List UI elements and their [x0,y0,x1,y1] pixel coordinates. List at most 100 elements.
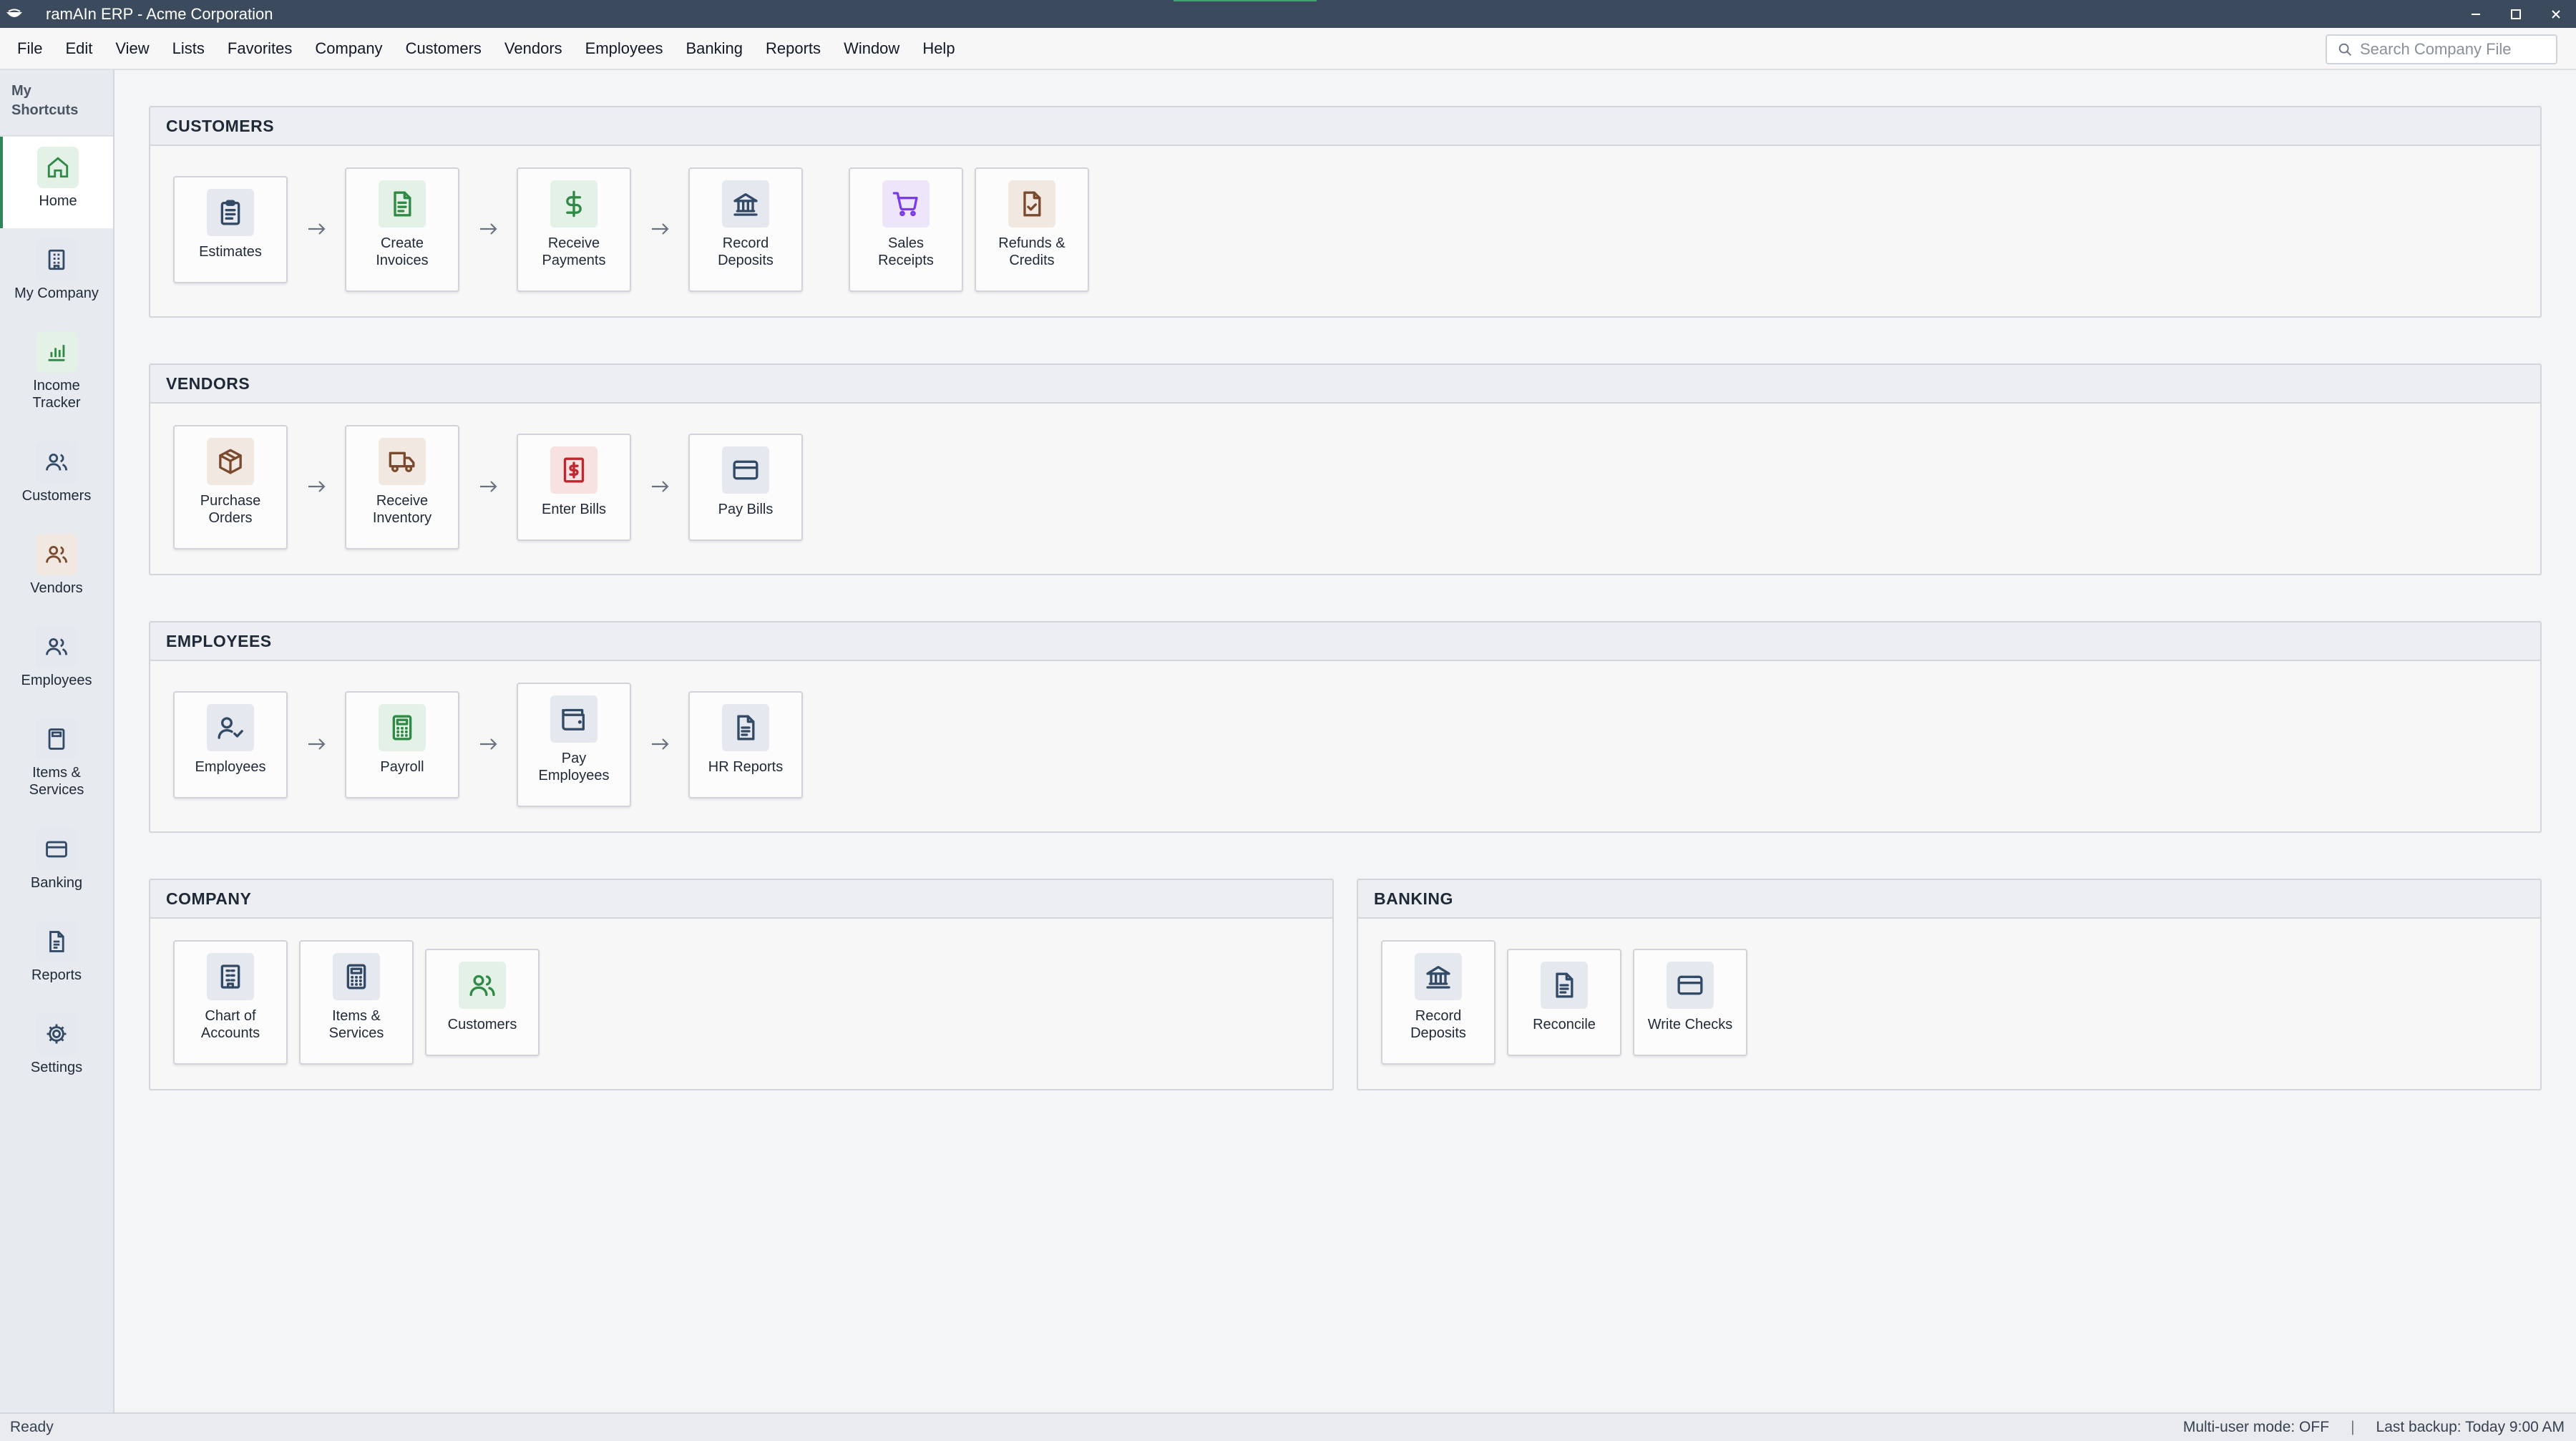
close-icon [2552,9,2560,19]
arrow-right-icon [650,736,671,752]
banking-record-deposits-tile[interactable]: Record Deposits [1381,940,1496,1065]
tile-label: Record Deposits [1410,1008,1466,1041]
sidebar-item-income-tracker[interactable]: Income Tracker [0,331,113,411]
invoice-icon [379,180,426,228]
bill-icon [550,446,597,494]
tile-label: Create Invoices [376,235,429,268]
minimize-icon [2472,13,2480,15]
search-box[interactable] [2326,34,2557,64]
home-icon [37,147,79,188]
section-title: EMPLOYEES [150,622,2540,661]
arrow-right-icon [650,221,671,237]
title-bar: ramAIn ERP - Acme Corporation [0,0,2576,28]
enter-bills-tile[interactable]: Enter Bills [517,434,631,541]
shortcuts-sidebar: My Shortcuts Home My Company Income Trac… [0,70,114,1412]
payroll-tile[interactable]: Payroll [345,691,459,798]
menu-file[interactable]: File [0,28,54,69]
receive-payments-tile[interactable]: Receive Payments [517,167,631,292]
building-icon [207,953,254,1000]
search-input[interactable] [2360,40,2546,59]
menu-vendors[interactable]: Vendors [493,28,574,69]
menu-banking[interactable]: Banking [675,28,755,69]
user-check-icon [207,704,254,751]
menu-reports[interactable]: Reports [754,28,832,69]
maximize-button[interactable] [2496,0,2536,28]
reconcile-tile[interactable]: Reconcile [1507,949,1621,1056]
arrow-right-icon [478,221,499,237]
tile-label: HR Reports [708,759,784,775]
write-checks-tile[interactable]: Write Checks [1633,949,1747,1056]
tile-label: Purchase Orders [200,493,261,526]
sidebar-item-home[interactable]: Home [0,137,113,228]
menu-lists[interactable]: Lists [161,28,216,69]
arrow-right-icon [306,479,328,494]
menu-window[interactable]: Window [832,28,911,69]
create-invoices-tile[interactable]: Create Invoices [345,167,459,292]
sidebar-item-label: Settings [30,1060,83,1075]
title-accent-line [1174,0,1317,1]
dollar-icon [550,180,597,228]
minimize-button[interactable] [2456,0,2496,28]
status-bar: Ready Multi-user mode: OFF | Last backup… [0,1412,2576,1441]
record-deposits-tile[interactable]: Record Deposits [688,167,803,292]
multi-user-status: Multi-user mode: OFF [2182,1419,2330,1435]
tile-label: Pay Employees [538,751,610,783]
refunds-credits-tile[interactable]: Refunds & Credits [975,167,1089,292]
section-title: CUSTOMERS [150,107,2540,146]
arrow-right-icon [306,221,328,237]
menu-company[interactable]: Company [303,28,394,69]
tile-label: Record Deposits [718,235,774,268]
pay-employees-tile[interactable]: Pay Employees [517,683,631,807]
tile-label: Receive Payments [542,235,606,268]
section-title: VENDORS [150,365,2540,404]
section-title: COMPANY [150,880,1332,919]
cart-icon [882,180,930,228]
sidebar-item-my-company[interactable]: My Company [0,239,113,302]
sidebar-item-items-services[interactable]: Items & Services [0,718,113,798]
sidebar-item-settings[interactable]: Settings [0,1013,113,1076]
menu-employees[interactable]: Employees [574,28,675,69]
close-button[interactable] [2536,0,2576,28]
tile-label: Items & Services [328,1008,384,1041]
document-icon [1541,962,1588,1009]
purchase-orders-tile[interactable]: Purchase Orders [173,425,288,549]
menu-help[interactable]: Help [911,28,966,69]
status-text: Ready [10,1419,54,1435]
employees-tile[interactable]: Employees [173,691,288,798]
building-icon [36,239,77,280]
menu-edit[interactable]: Edit [54,28,104,69]
bank-icon [1415,953,1462,1000]
sidebar-item-employees[interactable]: Employees [0,626,113,689]
sidebar-item-label: Banking [30,875,83,891]
sidebar-item-banking[interactable]: Banking [0,829,113,892]
users-icon [459,962,506,1009]
hr-reports-tile[interactable]: HR Reports [688,691,803,798]
tile-label: Reconcile [1533,1017,1596,1032]
maximize-icon [2511,9,2521,19]
wallet-icon [550,695,597,743]
gear-icon [36,1013,77,1055]
items-services-tile[interactable]: Items & Services [299,940,414,1065]
window-title: ramAIn ERP - Acme Corporation [46,4,273,23]
tile-label: Sales Receipts [878,235,934,268]
credit-card-icon [36,829,77,870]
estimates-tile[interactable]: Estimates [173,176,288,283]
sidebar-item-customers[interactable]: Customers [0,441,113,504]
last-backup-status: Last backup: Today 9:00 AM [2376,1419,2565,1435]
arrow-right-icon [478,479,499,494]
sidebar-item-label: My Company [14,285,99,301]
chart-of-accounts-tile[interactable]: Chart of Accounts [173,940,288,1065]
sidebar-item-vendors[interactable]: Vendors [0,534,113,597]
users-icon [36,534,77,575]
search-icon [2338,43,2351,56]
menu-view[interactable]: View [104,28,160,69]
refund-document-icon [1008,180,1055,228]
pay-bills-tile[interactable]: Pay Bills [688,434,803,541]
menu-customers[interactable]: Customers [394,28,493,69]
menu-favorites[interactable]: Favorites [216,28,303,69]
customers-tile[interactable]: Customers [425,949,540,1056]
sales-receipts-tile[interactable]: Sales Receipts [849,167,963,292]
receive-inventory-tile[interactable]: Receive Inventory [345,425,459,549]
customers-section: CUSTOMERS Estimates Create Invoices Rece… [149,106,2542,318]
sidebar-item-reports[interactable]: Reports [0,921,113,984]
